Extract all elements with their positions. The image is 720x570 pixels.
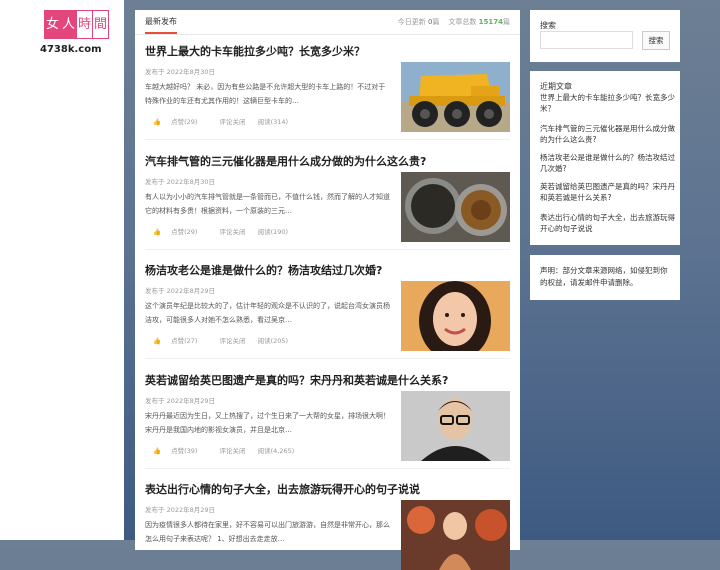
post-divider: [145, 139, 510, 140]
tab-bar: 最新发布 今日更新 0篇 文章总数 15174篇: [135, 10, 520, 35]
search-input[interactable]: [540, 31, 633, 49]
like-count: 点赞(29): [171, 228, 198, 236]
like-button[interactable]: 👍 点赞(29): [153, 118, 207, 126]
post-date: 发布于 2022年8月30日: [145, 178, 216, 186]
views-count: 阅读(205): [257, 337, 289, 345]
today-unit: 篇: [432, 18, 440, 26]
post-excerpt: 因为疫情很多人都待在家里，好不容易可以出门旅游游，自然是非常开心，那么怎么用句子…: [145, 521, 390, 543]
post-actions: 👍 点赞(29) 评论关闭 阅读(314): [153, 116, 298, 126]
post-actions: 👍 点赞(29) 评论关闭 阅读(190): [153, 226, 298, 236]
logo-char: 人: [60, 10, 77, 39]
tab-latest[interactable]: 最新发布: [145, 16, 177, 34]
total-label: 文章总数: [448, 18, 477, 26]
comments-status: 评论关闭: [219, 228, 246, 236]
comments-status: 评论关闭: [219, 447, 246, 455]
total-unit: 篇: [503, 18, 510, 26]
site-url[interactable]: 4738k.com: [40, 44, 102, 55]
logo-char: 時: [76, 10, 93, 39]
thumbs-up-icon: 👍: [153, 447, 162, 455]
exhaust-pipe-image[interactable]: [401, 172, 510, 242]
post-date: 发布于 2022年8月30日: [145, 68, 216, 76]
post-divider: [145, 468, 510, 469]
search-title: 搜索: [540, 21, 556, 30]
recent-post-link[interactable]: 汽车排气管的三元催化器是用什么成分做的为什么这么贵?: [540, 123, 675, 145]
post-date: 发布于 2022年8月29日: [145, 506, 216, 514]
like-count: 点赞(39): [171, 447, 198, 455]
recent-post-link[interactable]: 英若诚留给英巴图遗产是真的吗？宋丹丹和英若诚是什么关系?: [540, 181, 675, 203]
mining-truck-image[interactable]: [401, 62, 510, 132]
total-count: 15174: [478, 18, 503, 26]
main-content: 最新发布 今日更新 0篇 文章总数 15174篇 世界上最大的卡车能拉多少吨？长…: [135, 10, 520, 570]
site-logo[interactable]: 女人時間: [44, 10, 112, 40]
thumbs-up-icon: 👍: [153, 228, 162, 236]
views-count: 阅读(190): [257, 228, 289, 236]
search-widget: 搜索 搜索: [530, 10, 680, 62]
post-divider: [145, 249, 510, 250]
post-excerpt: 车越大越好吗？ 未必，因为有些公路是不允许超大型的卡车上路的！不过对于特殊作业的…: [145, 83, 386, 105]
views-count: 阅读(4,265): [257, 447, 295, 455]
recent-post-link[interactable]: 世界上最大的卡车能拉多少吨？长宽多少米？: [540, 92, 675, 114]
like-button[interactable]: 👍 点赞(39): [153, 447, 207, 455]
like-button[interactable]: 👍 点赞(27): [153, 337, 207, 345]
thumbs-up-icon: 👍: [153, 337, 162, 345]
post-title[interactable]: 英若诚留给英巴图遗产是真的吗？宋丹丹和英若诚是什么关系?: [145, 372, 448, 388]
recent-posts-widget: 近期文章 世界上最大的卡车能拉多少吨？长宽多少米？ 汽车排气管的三元催化器是用什…: [530, 71, 680, 245]
like-count: 点赞(29): [171, 118, 198, 126]
post-excerpt: 宋丹丹最近因为生日，又上热搜了，过个生日来了一大帮的女星，排场很大啊！宋丹丹是我…: [145, 412, 390, 434]
search-button[interactable]: 搜索: [642, 31, 670, 50]
copyright-notice: 声明：部分文章来源网络，如侵犯到你的权益，请发邮件申请删除。: [540, 266, 668, 287]
recent-post-link[interactable]: 表达出行心情的句子大全，出去旅游玩得开心的句子说说: [540, 212, 675, 234]
like-button[interactable]: 👍 点赞(29): [153, 228, 207, 236]
logo-char: 女: [44, 10, 61, 39]
actress-portrait-image[interactable]: [401, 281, 510, 351]
views-count: 阅读(314): [257, 118, 289, 126]
post-excerpt: 有人以为小小的汽车排气管就是一条管而已，不值什么钱，然而了解的人才知道它的材料有…: [145, 193, 390, 215]
travel-photo-image[interactable]: [401, 500, 510, 570]
notice-widget: 声明：部分文章来源网络，如侵犯到你的权益，请发邮件申请删除。: [530, 255, 680, 300]
thumbs-up-icon: 👍: [153, 118, 162, 126]
post-date: 发布于 2022年8月29日: [145, 397, 216, 405]
today-label: 今日更新: [397, 18, 426, 26]
comments-status: 评论关闭: [219, 118, 246, 126]
post-title[interactable]: 世界上最大的卡车能拉多少吨？长宽多少米？: [145, 43, 365, 59]
post-title[interactable]: 杨洁攻老公是谁是做什么的？杨洁攻结过几次婚?: [145, 262, 382, 278]
post-title[interactable]: 汽车排气管的三元催化器是用什么成分做的为什么这么贵?: [145, 153, 426, 169]
post-title[interactable]: 表达出行心情的句子大全，出去旅游玩得开心的句子说说: [145, 481, 420, 497]
post-date: 发布于 2022年8月29日: [145, 287, 216, 295]
logo-char: 間: [92, 10, 109, 39]
recent-title: 近期文章: [540, 82, 572, 91]
recent-post-link[interactable]: 杨洁攻老公是谁是做什么的？杨洁攻结过几次婚?: [540, 152, 675, 174]
post-stats: 今日更新 0篇 文章总数 15174篇: [398, 17, 510, 27]
post-actions: 👍 点赞(27) 评论关闭 阅读(205): [153, 335, 298, 345]
post-divider: [145, 358, 510, 359]
post-actions: 👍 点赞(39) 评论关闭 阅读(4,265): [153, 445, 304, 455]
post-excerpt: 这个演员年纪是比较大的了，估计年轻的观众是不认识的了，说起台湾女演员杨洁攻，可能…: [145, 302, 390, 324]
comments-status: 评论关闭: [219, 337, 246, 345]
like-count: 点赞(27): [171, 337, 198, 345]
man-glasses-portrait-image[interactable]: [401, 391, 510, 461]
left-sidebar: 女人時間 4738k.com: [0, 0, 124, 540]
